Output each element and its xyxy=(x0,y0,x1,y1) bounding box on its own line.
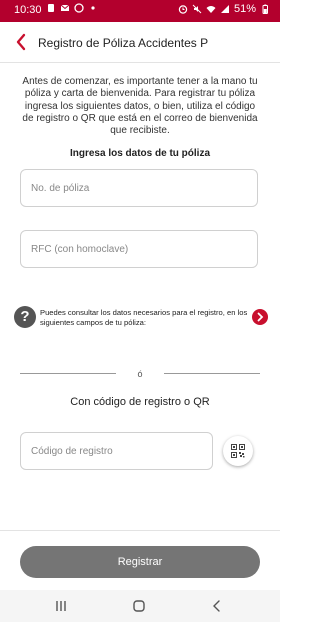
battery-percent: 51% xyxy=(233,3,256,15)
system-nav-bar xyxy=(0,590,280,622)
sim-icon xyxy=(48,4,54,12)
chevron-right-glyph xyxy=(257,312,264,322)
wifi-icon xyxy=(206,6,216,13)
intro-text: Antes de comenzar, es importante tener a… xyxy=(22,76,258,137)
battery-icon xyxy=(262,4,268,14)
form-section-title: Ingresa los datos de tu póliza xyxy=(69,148,211,159)
status-left-icons xyxy=(46,3,98,13)
home-glyph xyxy=(133,600,145,612)
status-time: 10:30 xyxy=(14,4,42,16)
info-row: ? Puedes consultar los datos necesarios … xyxy=(14,306,268,330)
page-title: Registro de Póliza Accidentes P xyxy=(38,36,209,50)
footer-divider xyxy=(0,530,280,531)
mail-icon xyxy=(60,4,70,11)
qr-code-icon xyxy=(231,444,245,458)
or-divider-text: ó xyxy=(137,369,143,379)
question-mark-icon[interactable]: ? xyxy=(14,306,36,328)
info-text: Puedes consultar los datos necesarios pa… xyxy=(40,308,248,327)
back-glyph xyxy=(213,600,220,612)
status-bar: 10:30 51% xyxy=(0,0,280,22)
home-icon[interactable] xyxy=(129,598,149,614)
register-button[interactable]: Registrar xyxy=(20,546,260,578)
rfc-input[interactable] xyxy=(21,231,257,267)
alarm-icon xyxy=(178,5,188,14)
signal-icon xyxy=(220,5,229,13)
back-button[interactable] xyxy=(14,32,28,52)
back-nav-icon[interactable] xyxy=(207,598,227,614)
recents-icon[interactable] xyxy=(51,598,71,614)
qr-scan-button[interactable] xyxy=(223,436,253,466)
registration-code-field[interactable] xyxy=(20,432,213,470)
app-header: Registro de Póliza Accidentes P xyxy=(0,22,280,63)
policy-number-input[interactable] xyxy=(21,170,257,206)
qr-section-title: Con código de registro o QR xyxy=(70,396,210,408)
chevron-left-icon xyxy=(16,33,26,51)
whatsapp-icon xyxy=(74,3,84,13)
mute-icon xyxy=(192,4,202,14)
policy-number-field[interactable] xyxy=(20,169,258,207)
chevron-right-icon[interactable] xyxy=(252,309,268,325)
registration-code-input[interactable] xyxy=(21,433,212,469)
recents-glyph xyxy=(56,601,66,611)
rfc-field[interactable] xyxy=(20,230,258,268)
dot-icon xyxy=(91,6,95,10)
status-right-icons: 51% xyxy=(178,3,270,15)
divider-right xyxy=(164,373,260,374)
